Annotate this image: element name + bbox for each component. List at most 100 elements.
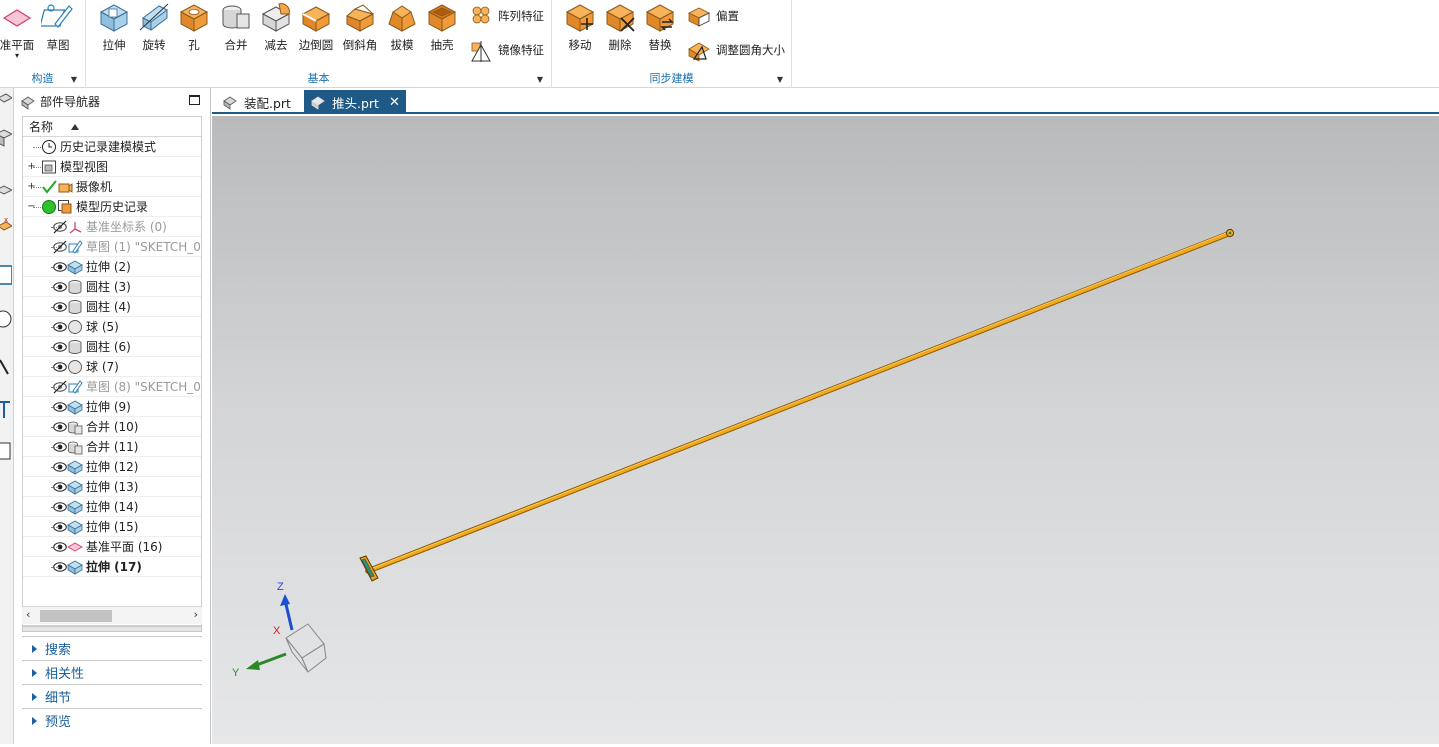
mirror-feature-icon — [471, 41, 491, 62]
mirror-feature-button[interactable]: 镜像特征 — [468, 37, 544, 63]
tree-row[interactable]: 拉伸 (14) — [23, 497, 201, 517]
sync-group-dropdown[interactable]: ▼ — [777, 75, 783, 84]
panel-search[interactable]: 搜索 — [22, 636, 202, 660]
tree-row-label: 草图 (8) "SKETCH_0 — [86, 380, 201, 394]
chamfer-button[interactable]: 倒斜角 — [340, 0, 380, 60]
draft-button[interactable]: 拔模 — [382, 0, 422, 60]
delete-face-button[interactable]: 删除 — [600, 0, 640, 60]
ribbon: 准平面 ▾ 草图 构造 ▼ 拉伸 旋转 孔 合并 减去 边倒圆 倒斜角 拔模 抽… — [0, 0, 1439, 88]
panel-details[interactable]: 细节 — [22, 684, 202, 708]
constraint-navigator-tab-icon[interactable] — [0, 180, 12, 202]
sketch-button[interactable]: 草图 — [38, 0, 78, 60]
tree-row[interactable]: 基准坐标系 (0) — [23, 217, 201, 237]
sort-ascending-icon — [71, 123, 80, 130]
tree-row[interactable]: 圆柱 (6) — [23, 337, 201, 357]
basic-group-dropdown[interactable]: ▼ — [537, 75, 543, 84]
web-browser-tab-icon[interactable] — [0, 264, 12, 286]
panel-splitter[interactable] — [22, 626, 202, 632]
tab-assembly-prt[interactable]: 装配.prt — [216, 90, 297, 114]
navigator-title: 部件导航器 — [40, 95, 101, 109]
tree-row[interactable]: 历史记录建模模式 — [23, 137, 201, 157]
scrollbar-thumb[interactable] — [40, 610, 112, 622]
replace-face-button[interactable]: 替换 — [640, 0, 680, 60]
tab-push-head-prt[interactable]: 推头.prt ✕ — [304, 90, 406, 114]
tree-row-label: 圆柱 (4) — [86, 300, 131, 314]
unite-button[interactable]: 合并 — [216, 0, 256, 60]
edge-blend-button[interactable]: 边倒圆 — [296, 0, 336, 60]
tree-row-label: 拉伸 (17) — [86, 560, 142, 574]
replace-face-icon — [645, 4, 675, 32]
model-view-icon — [41, 159, 57, 175]
tree-row[interactable]: 圆柱 (4) — [23, 297, 201, 317]
tree-row-label: 拉伸 (13) — [86, 480, 139, 494]
tree-row-label: 草图 (1) "SKETCH_0 — [86, 240, 201, 254]
scroll-right-icon[interactable]: › — [194, 608, 198, 621]
graphics-viewport[interactable]: Z X Y — [212, 116, 1439, 744]
tree-row[interactable]: 球 (5) — [23, 317, 201, 337]
rod-tip-end[interactable] — [1225, 228, 1235, 238]
revolve-button[interactable]: 旋转 — [134, 0, 174, 60]
pattern-feature-icon — [472, 6, 490, 24]
tree-row[interactable]: 拉伸 (12) — [23, 457, 201, 477]
tree-row[interactable]: 拉伸 (2) — [23, 257, 201, 277]
shell-button[interactable]: 抽壳 — [422, 0, 462, 60]
axis-z-label: Z — [277, 581, 284, 593]
tree-row[interactable]: 拉伸 (15) — [23, 517, 201, 537]
move-face-button[interactable]: 移动 — [560, 0, 600, 60]
part-file-icon — [311, 96, 325, 110]
datum-plane-button[interactable]: 准平面 ▾ — [0, 0, 40, 60]
tree-row[interactable]: 合并 (10) — [23, 417, 201, 437]
panel-dependencies[interactable]: 相关性 — [22, 660, 202, 684]
maximize-icon[interactable] — [189, 95, 200, 105]
name-column-header[interactable]: 名称 — [23, 117, 201, 137]
tree-row[interactable]: + 摄像机 — [23, 177, 201, 197]
tree-connector — [33, 207, 41, 208]
part-navigator: 部件导航器 名称 历史记录建模模式 + 模型视图 + 摄像机 − 模型历史记录 基准坐标系 (… — [14, 88, 211, 744]
revolve-icon — [139, 3, 169, 31]
push-rod-model[interactable] — [359, 228, 1235, 582]
axis-y-label: Y — [232, 667, 240, 679]
system-materials-tab-icon[interactable] — [0, 440, 12, 462]
subtract-icon — [261, 3, 291, 32]
construct-group-dropdown[interactable]: ▼ — [71, 75, 77, 84]
tree-connector — [51, 347, 59, 348]
process-studio-tab-icon[interactable] — [0, 356, 12, 378]
model-history-icon — [57, 199, 73, 215]
tree-row[interactable]: 拉伸 (9) — [23, 397, 201, 417]
offset-region-button[interactable]: 偏置 — [686, 3, 739, 29]
tree-row[interactable]: 草图 (1) "SKETCH_0 — [23, 237, 201, 257]
reuse-library-tab-icon[interactable]: x — [0, 216, 12, 238]
tree-row[interactable]: 基准平面 (16) — [23, 537, 201, 557]
pattern-feature-button[interactable]: 阵列特征 — [468, 3, 544, 29]
unite-icon — [67, 439, 83, 455]
tree-row[interactable]: 草图 (8) "SKETCH_0 — [23, 377, 201, 397]
tree-row[interactable]: 球 (7) — [23, 357, 201, 377]
hole-button[interactable]: 孔 — [174, 0, 214, 60]
history-tab-icon[interactable] — [0, 308, 12, 330]
tree-row[interactable]: − 模型历史记录 — [23, 197, 201, 217]
edge-blend-icon — [301, 6, 331, 32]
subtract-button[interactable]: 减去 — [256, 0, 296, 60]
tree-row[interactable]: 圆柱 (3) — [23, 277, 201, 297]
extrude-button[interactable]: 拉伸 — [94, 0, 134, 60]
expand-icon — [32, 644, 37, 653]
model-canvas[interactable]: Z X Y — [212, 116, 1439, 744]
tree-row-label: 历史记录建模模式 — [60, 140, 157, 154]
view-triad[interactable]: Z X Y — [232, 581, 327, 679]
close-tab-icon[interactable]: ✕ — [389, 95, 400, 110]
tree-row[interactable]: 合并 (11) — [23, 437, 201, 457]
panel-preview[interactable]: 预览 — [22, 708, 202, 732]
tree-row[interactable]: + 模型视图 — [23, 157, 201, 177]
sketch-icon — [41, 4, 73, 28]
tree-row[interactable]: 拉伸 (17) — [23, 557, 201, 577]
move-face-icon — [565, 4, 595, 32]
tree-connector — [51, 507, 59, 508]
part-navigator-tab-icon[interactable] — [0, 92, 12, 114]
assembly-navigator-tab-icon[interactable] — [0, 126, 12, 148]
horizontal-scrollbar[interactable]: ‹ › — [22, 606, 202, 624]
roles-tab-icon[interactable] — [0, 398, 12, 420]
tree-row[interactable]: 拉伸 (13) — [23, 477, 201, 497]
extrude-icon — [67, 479, 83, 495]
resize-blend-button[interactable]: 调整圆角大小 — [686, 37, 785, 63]
scroll-left-icon[interactable]: ‹ — [26, 608, 30, 621]
